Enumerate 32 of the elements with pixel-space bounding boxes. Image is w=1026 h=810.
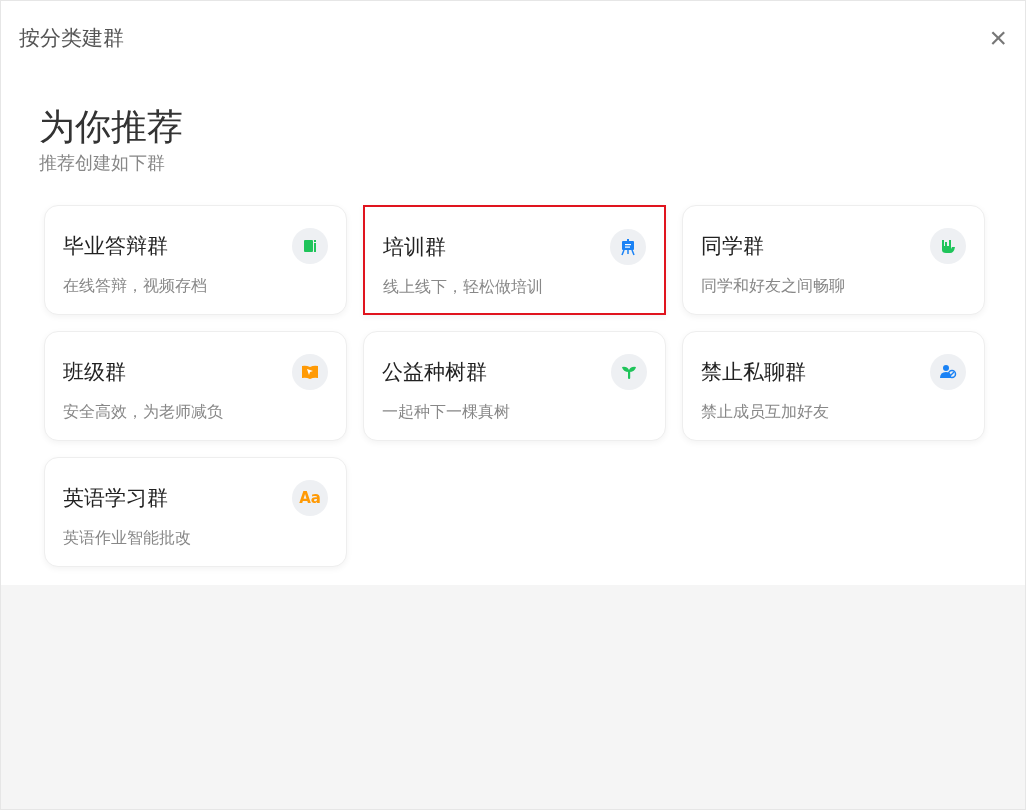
hand-icon xyxy=(930,227,966,264)
dialog-title: 按分类建群 xyxy=(19,25,124,52)
section-subheading: 推荐创建如下群 xyxy=(39,150,166,175)
text-icon: Aa xyxy=(292,479,328,516)
section-heading: 为你推荐 xyxy=(39,107,184,147)
card-description: 在线答辩，视频存档 xyxy=(63,275,208,297)
card-description: 同学和好友之间畅聊 xyxy=(701,275,846,297)
easel-icon xyxy=(610,228,646,265)
card-title: 同学群 xyxy=(701,232,764,260)
card-title: 班级群 xyxy=(63,358,126,386)
group-card[interactable]: 毕业答辩群 在线答辩，视频存档 xyxy=(44,204,347,315)
card-title: 禁止私聊群 xyxy=(701,358,806,386)
group-card[interactable]: 班级群 安全高效，为老师减负 xyxy=(44,330,347,441)
group-card[interactable]: 培训群 线上线下，轻松做培训 xyxy=(363,204,666,315)
people-icon xyxy=(930,353,966,390)
group-card[interactable]: 公益种树群 一起种下一棵真树 xyxy=(363,330,666,441)
card-description: 英语作业智能批改 xyxy=(63,527,192,549)
card-title: 培训群 xyxy=(383,233,446,261)
sprout-icon xyxy=(611,353,647,390)
card-title: 毕业答辩群 xyxy=(63,232,168,260)
group-card[interactable]: 同学群 同学和好友之间畅聊 xyxy=(682,204,985,315)
card-title: 公益种树群 xyxy=(382,358,487,386)
group-card[interactable]: 禁止私聊群 禁止成员互加好友 xyxy=(682,330,985,441)
card-description: 线上线下，轻松做培训 xyxy=(383,276,544,298)
book-icon xyxy=(292,353,328,390)
card-description: 一起种下一棵真树 xyxy=(382,401,511,423)
card-description: 禁止成员互加好友 xyxy=(701,401,830,423)
close-button[interactable]: × xyxy=(989,23,1007,53)
card-title: 英语学习群 xyxy=(63,484,168,512)
card-description: 安全高效，为老师减负 xyxy=(63,401,224,423)
notebook-icon xyxy=(292,227,328,264)
group-card[interactable]: 英语学习群 Aa 英语作业智能批改 xyxy=(44,456,347,567)
